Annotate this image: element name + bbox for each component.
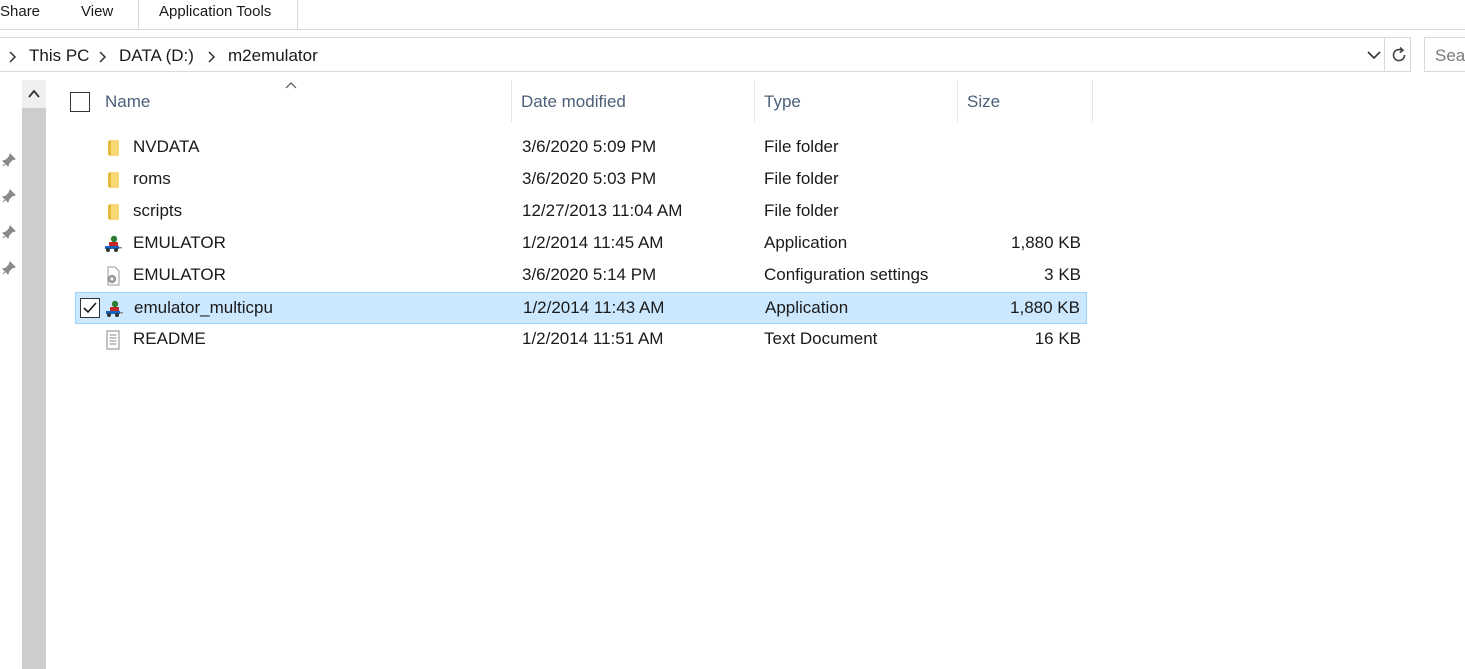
file-row[interactable]: EMULATOR 1/2/2014 11:45 AM Application 1… [75,228,1087,260]
pin-icon[interactable] [2,153,16,167]
tab-share[interactable]: Share [0,3,40,20]
file-name: roms [133,169,171,188]
select-all-checkbox[interactable] [70,92,90,112]
chevron-down-icon[interactable] [1366,48,1382,62]
folder-icon [108,140,119,156]
ribbon-divider [138,0,139,30]
config-file-icon [107,266,120,286]
application-icon [106,300,123,317]
ribbon-tabs: Share View Application Tools [0,0,1465,30]
search-placeholder: Sear [1435,46,1465,65]
file-row[interactable]: README 1/2/2014 11:51 AM Text Document 1… [75,324,1087,356]
file-type: Application [765,298,849,317]
search-input[interactable]: Sear [1424,37,1465,72]
file-date: 3/6/2020 5:03 PM [522,169,657,188]
file-name: EMULATOR [133,233,226,252]
refresh-icon [1392,46,1406,62]
pin-icon[interactable] [2,261,16,275]
column-header-type[interactable]: Type [764,92,801,112]
pin-icon[interactable] [2,225,16,239]
file-size: 16 KB [1034,329,1081,348]
pin-icon[interactable] [2,189,16,203]
column-divider[interactable] [754,80,755,122]
file-row-selected[interactable]: emulator_multicpu 1/2/2014 11:43 AM Appl… [75,292,1087,324]
file-type: Text Document [764,329,878,348]
file-name: README [133,329,206,348]
address-bar[interactable]: This PC DATA (D:) m2emulator [0,37,1411,72]
chevron-up-icon [28,89,40,98]
row-checkbox[interactable] [80,298,100,318]
sort-ascending-icon [285,82,297,89]
file-row[interactable]: scripts 12/27/2013 11:04 AM File folder [75,196,1087,228]
chevron-right-icon[interactable] [7,51,17,63]
file-name: emulator_multicpu [134,298,273,317]
file-date: 1/2/2014 11:43 AM [523,298,665,317]
text-file-icon [106,330,120,350]
navigation-scrollbar[interactable] [22,80,46,669]
tab-view[interactable]: View [81,3,113,20]
column-header-date[interactable]: Date modified [521,92,626,112]
folder-icon [108,172,119,188]
file-date: 12/27/2013 11:04 AM [522,201,683,220]
ribbon-divider [297,0,298,30]
file-size: 3 KB [1044,265,1081,284]
checkmark-icon [83,302,97,314]
column-header-name[interactable]: Name [105,92,150,112]
file-row[interactable]: EMULATOR 3/6/2020 5:14 PM Configuration … [75,260,1087,292]
column-header-size[interactable]: Size [967,92,1000,112]
file-date: 1/2/2014 11:45 AM [522,233,664,252]
file-date: 1/2/2014 11:51 AM [522,329,664,348]
file-row[interactable]: NVDATA 3/6/2020 5:09 PM File folder [75,132,1087,164]
chevron-right-icon[interactable] [206,51,216,63]
folder-icon [108,204,119,220]
file-size: 1,880 KB [1010,298,1080,317]
tab-application-tools[interactable]: Application Tools [159,3,271,20]
breadcrumb-this-pc[interactable]: This PC [29,46,89,66]
file-type: Configuration settings [764,265,929,284]
file-type: File folder [764,201,839,220]
refresh-button[interactable] [1384,38,1411,71]
file-date: 3/6/2020 5:09 PM [522,137,657,156]
breadcrumb-data-drive[interactable]: DATA (D:) [119,46,194,66]
breadcrumb-m2emulator[interactable]: m2emulator [228,46,318,66]
file-type: File folder [764,169,839,188]
column-divider[interactable] [511,80,512,122]
column-divider[interactable] [1092,80,1093,122]
file-type: Application [764,233,848,252]
file-type: File folder [764,137,839,156]
file-name: scripts [133,201,183,220]
chevron-right-icon[interactable] [97,51,107,63]
file-row[interactable]: roms 3/6/2020 5:03 PM File folder [75,164,1087,196]
scroll-up-button[interactable] [22,80,46,108]
file-date: 3/6/2020 5:14 PM [522,265,657,284]
file-name: EMULATOR [133,265,226,284]
file-name: NVDATA [133,137,200,156]
application-icon [105,235,122,252]
navigation-pane [0,80,22,669]
column-divider[interactable] [957,80,958,122]
file-size: 1,880 KB [1011,233,1081,252]
